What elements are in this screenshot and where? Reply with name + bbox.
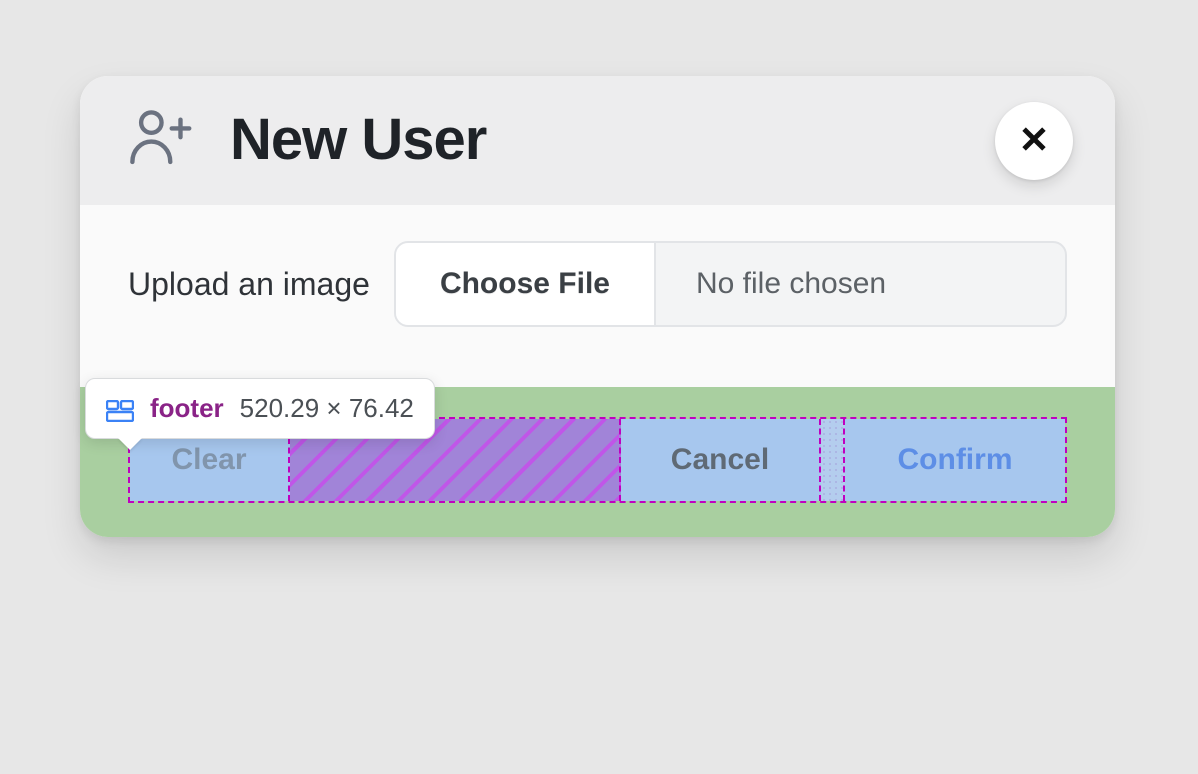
new-user-dialog: New User Upload an image Choose File No … [80, 76, 1115, 537]
flex-layout-icon [106, 398, 134, 420]
user-plus-icon [128, 108, 198, 172]
tooltip-element-name: footer [150, 393, 224, 424]
close-button[interactable] [995, 102, 1073, 180]
choose-file-button[interactable]: Choose File [396, 243, 656, 325]
tooltip-dimensions: 520.29 × 76.42 [240, 393, 414, 424]
cancel-button[interactable]: Cancel [621, 419, 821, 501]
flex-gap-overlay [821, 419, 845, 501]
dialog-body: Upload an image Choose File No file chos… [80, 205, 1115, 387]
close-icon [1017, 122, 1051, 159]
dialog-header: New User [80, 76, 1115, 205]
upload-row: Upload an image Choose File No file chos… [128, 241, 1067, 327]
file-input[interactable]: Choose File No file chosen [394, 241, 1067, 327]
devtools-tooltip: footer 520.29 × 76.42 [85, 378, 435, 439]
file-status-text: No file chosen [656, 243, 1065, 325]
upload-label: Upload an image [128, 260, 370, 309]
confirm-button[interactable]: Confirm [845, 419, 1065, 501]
dialog-title: New User [230, 106, 486, 173]
